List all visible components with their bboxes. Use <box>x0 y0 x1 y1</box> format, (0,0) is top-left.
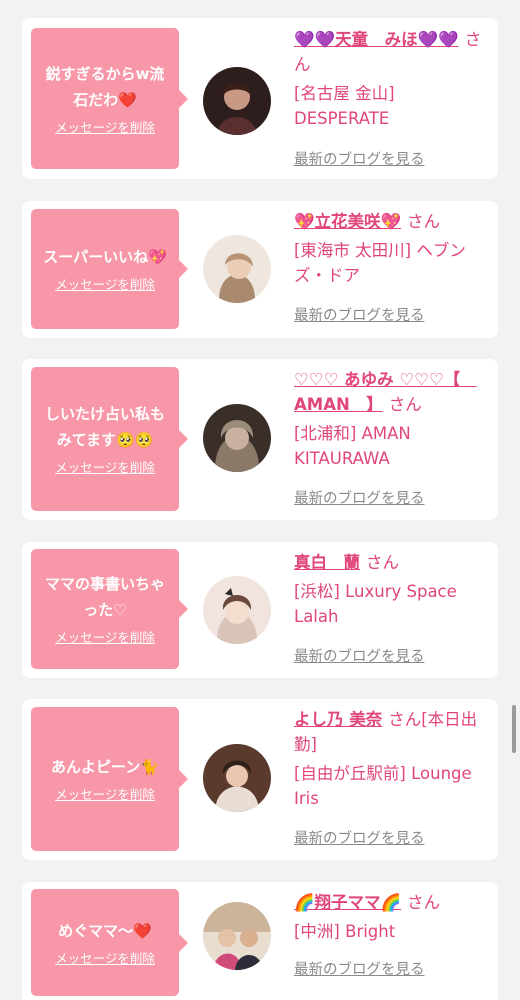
latest-blog-link[interactable]: 最新のブログを見る <box>294 645 425 666</box>
shop-location: [浜松] Luxury Space Lalah <box>294 582 457 626</box>
sender-info: 🌈翔子ママ🌈 さん [中洲] Bright <box>294 890 490 944</box>
latest-blog-link[interactable]: 最新のブログを見る <box>294 304 425 325</box>
delete-message-link[interactable]: メッセージを削除 <box>55 459 155 477</box>
avatar-photo <box>203 902 271 970</box>
message-bubble: 鋭すぎるからw流石だわ❤️ メッセージを削除 <box>31 28 188 169</box>
latest-blog-link[interactable]: 最新のブログを見る <box>294 487 425 508</box>
sender-name-link[interactable]: 真白 蘭 <box>294 553 360 572</box>
delete-message-link[interactable]: メッセージを削除 <box>55 119 155 137</box>
delete-message-link[interactable]: メッセージを削除 <box>55 786 155 804</box>
sender-info: ♡♡♡ あゆみ ♡♡♡【 AMAN 】さん [北浦和] AMAN KITAURA… <box>294 367 490 471</box>
sender-info: よし乃 美奈 さん[本日出勤] [自由が丘駅前] Lounge Iris <box>294 707 490 811</box>
avatar-photo <box>203 67 271 135</box>
sender-info: 真白 蘭さん [浜松] Luxury Space Lalah <box>294 550 490 629</box>
message-bubble: ママの事書いちゃった♡ メッセージを削除 <box>31 549 188 669</box>
shop-location: [北浦和] AMAN KITAURAWA <box>294 424 411 468</box>
message-card: めぐママ〜❤️ メッセージを削除 🌈翔子ママ🌈 さん [中洲] Bright 最新… <box>22 882 498 1000</box>
delete-message-link[interactable]: メッセージを削除 <box>55 950 155 968</box>
sender-name-link[interactable]: ♡♡♡ あゆみ ♡♡♡【 AMAN 】 <box>294 370 477 414</box>
message-bubble: しいたけ占い私もみてます🥺🥺 メッセージを削除 <box>31 367 188 511</box>
sender-info: 💜💜天童 みほ💜💜 さん [名古屋 金山] DESPERATE <box>294 27 490 131</box>
message-text: スーパーいいね💖 <box>43 248 167 266</box>
message-card: スーパーいいね💖 メッセージを削除 💖立花美咲💖 さん [東海市 太田川] ヘブン… <box>22 201 498 338</box>
avatar-photo <box>203 576 271 644</box>
message-card: ママの事書いちゃった♡ メッセージを削除 真白 蘭さん [浜松] Luxury … <box>22 542 498 678</box>
sender-name-link[interactable]: 💖立花美咲💖 <box>294 212 401 231</box>
avatar-photo <box>203 235 271 303</box>
sender-name-link[interactable]: 🌈翔子ママ🌈 <box>294 893 401 912</box>
message-card: しいたけ占い私もみてます🥺🥺 メッセージを削除 ♡♡♡ あゆみ ♡♡♡【 AMA… <box>22 359 498 520</box>
avatar-photo <box>203 404 271 472</box>
delete-message-link[interactable]: メッセージを削除 <box>55 276 155 294</box>
message-bubble: めぐママ〜❤️ メッセージを削除 <box>31 889 188 996</box>
message-text: ママの事書いちゃった♡ <box>44 575 165 619</box>
avatar[interactable] <box>203 235 271 303</box>
shop-location: [名古屋 金山] DESPERATE <box>294 84 395 128</box>
shop-location: [中洲] Bright <box>294 922 396 941</box>
honorific: さん <box>407 893 441 912</box>
honorific: さん <box>366 553 399 572</box>
honorific: さん <box>407 212 441 231</box>
latest-blog-link[interactable]: 最新のブログを見る <box>294 148 425 169</box>
message-text: 鋭すぎるからw流石だわ❤️ <box>45 64 165 109</box>
avatar[interactable] <box>203 576 271 644</box>
shop-location: [自由が丘駅前] Lounge Iris <box>294 764 472 808</box>
avatar-photo <box>203 744 271 812</box>
shop-location: [東海市 太田川] ヘブンズ・ドア <box>294 241 466 285</box>
sender-name-link[interactable]: 💜💜天童 みほ💜💜 <box>294 30 459 49</box>
avatar[interactable] <box>203 744 271 812</box>
latest-blog-link[interactable]: 最新のブログを見る <box>294 827 425 848</box>
message-text: しいたけ占い私もみてます🥺🥺 <box>44 405 165 449</box>
message-bubble: あんよピーン🐈 メッセージを削除 <box>31 707 188 851</box>
message-text: あんよピーン🐈 <box>51 758 159 776</box>
avatar[interactable] <box>203 67 271 135</box>
scrollbar[interactable] <box>512 705 516 753</box>
delete-message-link[interactable]: メッセージを削除 <box>55 629 155 647</box>
honorific: さん <box>388 395 422 414</box>
message-bubble: スーパーいいね💖 メッセージを削除 <box>31 209 188 329</box>
avatar[interactable] <box>203 404 271 472</box>
avatar[interactable] <box>203 902 271 970</box>
sender-info: 💖立花美咲💖 さん [東海市 太田川] ヘブンズ・ドア <box>294 209 490 288</box>
message-card: あんよピーン🐈 メッセージを削除 よし乃 美奈 さん[本日出勤] [自由が丘駅前]… <box>22 699 498 860</box>
latest-blog-link[interactable]: 最新のブログを見る <box>294 958 425 979</box>
sender-name-link[interactable]: よし乃 美奈 <box>294 710 382 729</box>
message-card: 鋭すぎるからw流石だわ❤️ メッセージを削除 💜💜天童 みほ💜💜 さん [名古屋 … <box>22 18 498 179</box>
message-text: めぐママ〜❤️ <box>58 921 152 940</box>
